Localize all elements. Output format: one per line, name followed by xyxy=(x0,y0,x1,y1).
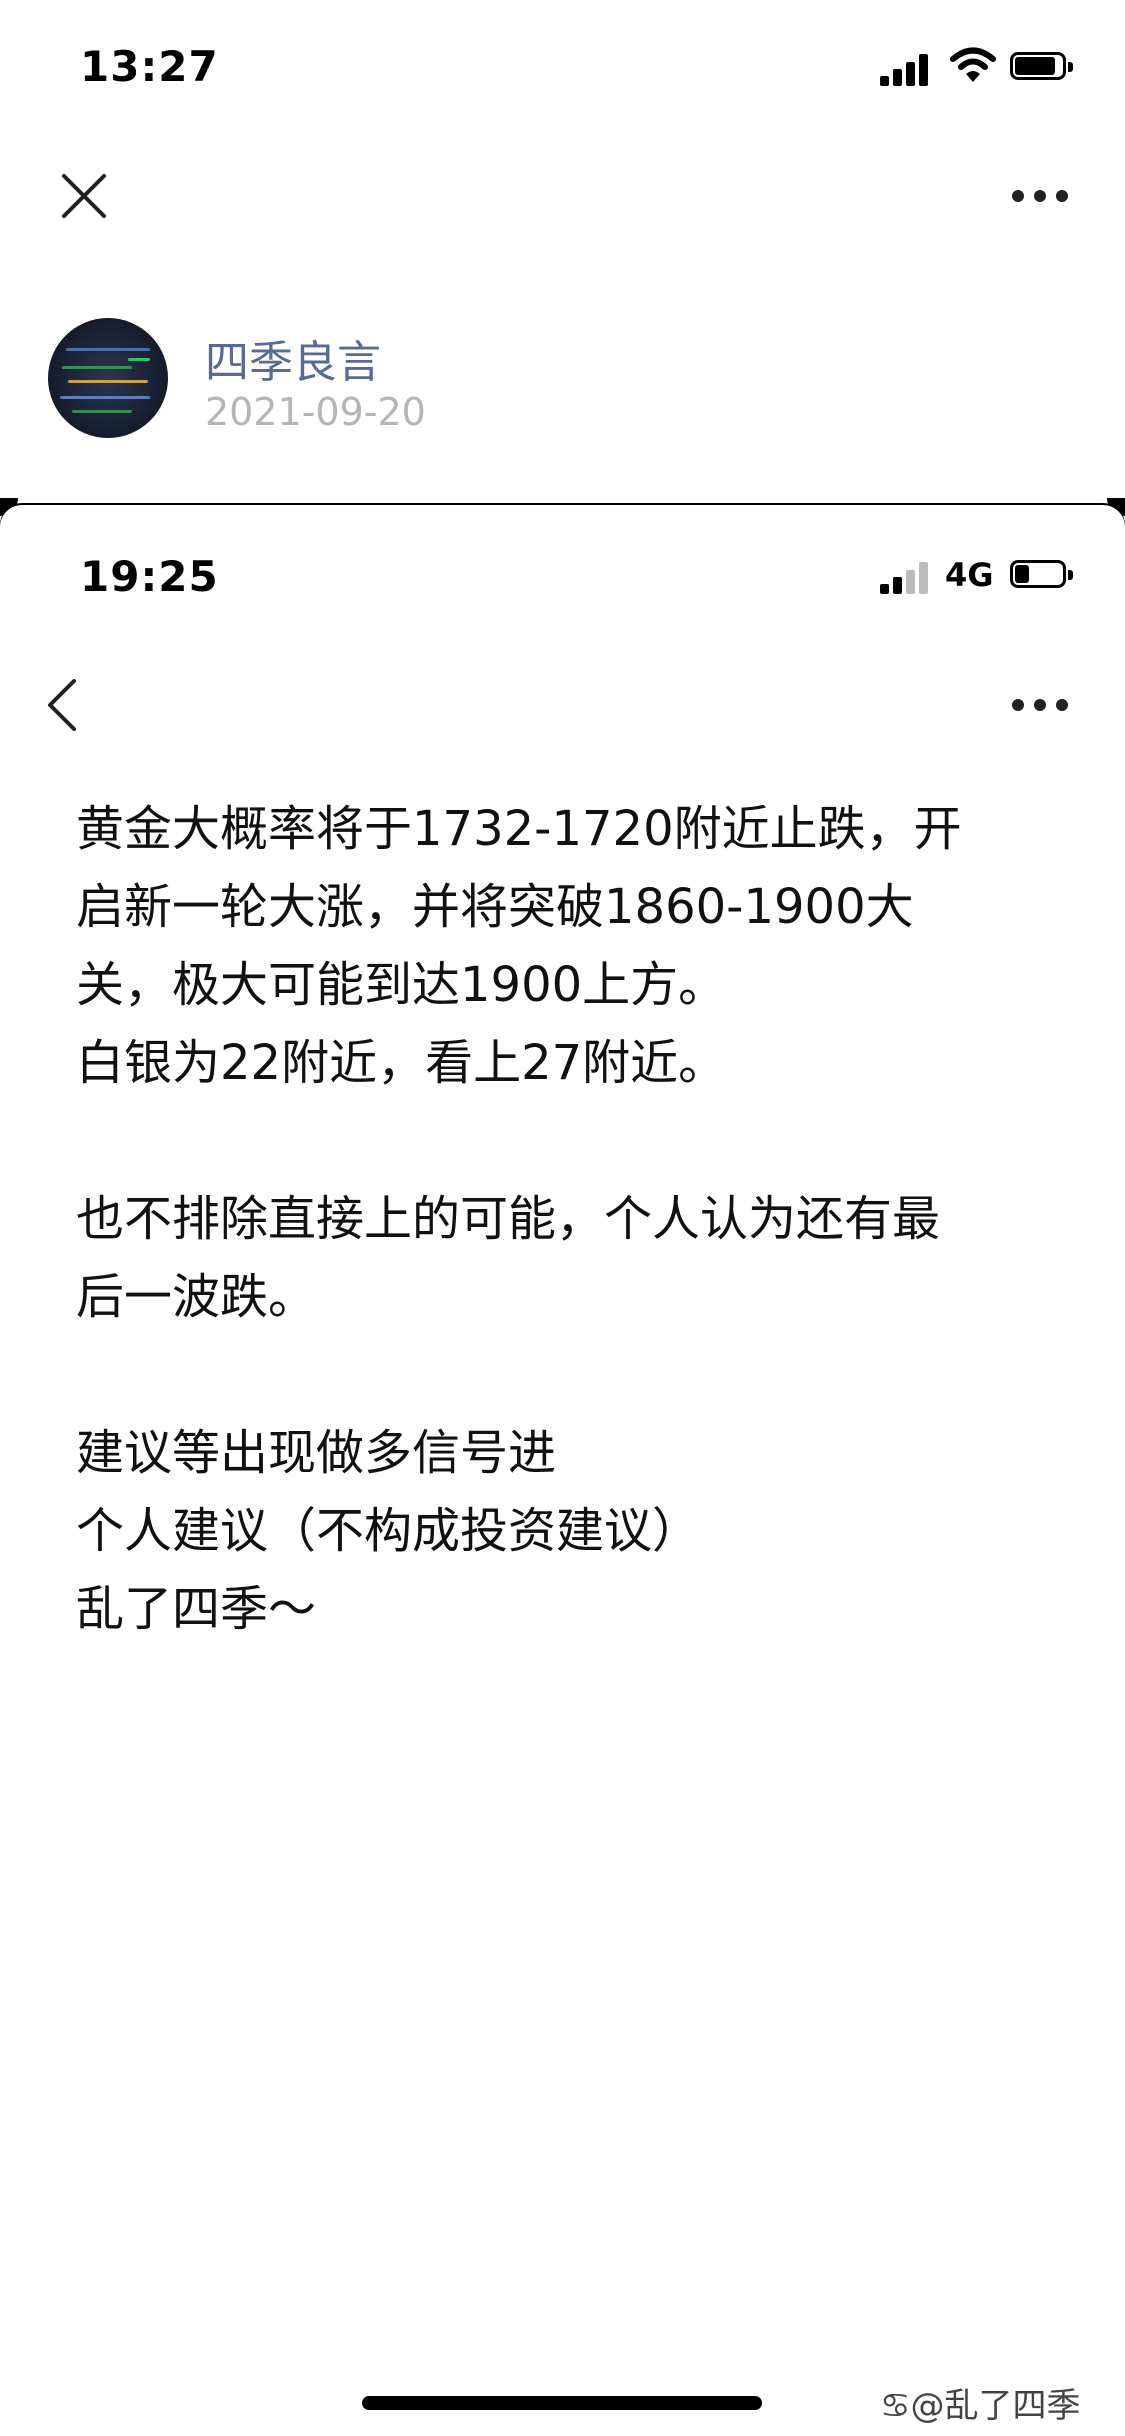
network-type-label: 4G xyxy=(945,556,994,594)
post-line: 白银为22附近，看上27附近。 xyxy=(76,1035,727,1091)
post-line: 建议等出现做多信号进 xyxy=(76,1425,557,1481)
inner-more-options-button[interactable] xyxy=(1010,697,1070,713)
post-line: 黄金大概率将于1732-1720附近止跌，开 xyxy=(76,801,962,857)
avatar[interactable] xyxy=(48,318,168,438)
watermark: ♋@乱了四季 xyxy=(880,2378,1080,2427)
chevron-left-icon xyxy=(48,679,76,731)
weibo-logo-icon: ♋ xyxy=(880,2386,911,2426)
post-line: 启新一轮大涨，并将突破1860-1900大 xyxy=(76,879,914,935)
home-indicator[interactable] xyxy=(362,2396,762,2410)
post-line: 后一波跌。 xyxy=(76,1269,317,1325)
wifi-icon xyxy=(950,46,996,84)
status-time: 13:27 xyxy=(80,42,219,91)
post-line: 个人建议（不构成投资建议） xyxy=(76,1503,701,1559)
post-line: 乱了四季～ xyxy=(76,1581,317,1637)
post-line: 也不排除直接上的可能，个人认为还有最 xyxy=(76,1191,941,1247)
more-options-button[interactable] xyxy=(1010,188,1070,204)
watermark-text: @乱了四季 xyxy=(910,2386,1081,2426)
more-icon xyxy=(1012,190,1068,202)
post-date: 2021-09-20 xyxy=(205,390,426,434)
post-line: 关，极大可能到达1900上方。 xyxy=(76,957,727,1013)
cellular-signal-icon xyxy=(880,52,932,86)
inner-battery-icon xyxy=(1010,560,1076,592)
author-name[interactable]: 四季良言 xyxy=(205,326,381,390)
close-button[interactable] xyxy=(58,170,110,222)
back-button[interactable] xyxy=(40,675,84,735)
inner-cellular-signal-icon xyxy=(880,560,932,594)
inner-status-time: 19:25 xyxy=(80,552,219,601)
battery-icon xyxy=(1010,52,1076,84)
close-icon xyxy=(62,174,106,218)
post-body: 黄金大概率将于1732-1720附近止跌，开 启新一轮大涨，并将突破1860-1… xyxy=(76,790,1066,1648)
more-icon xyxy=(1012,699,1068,711)
